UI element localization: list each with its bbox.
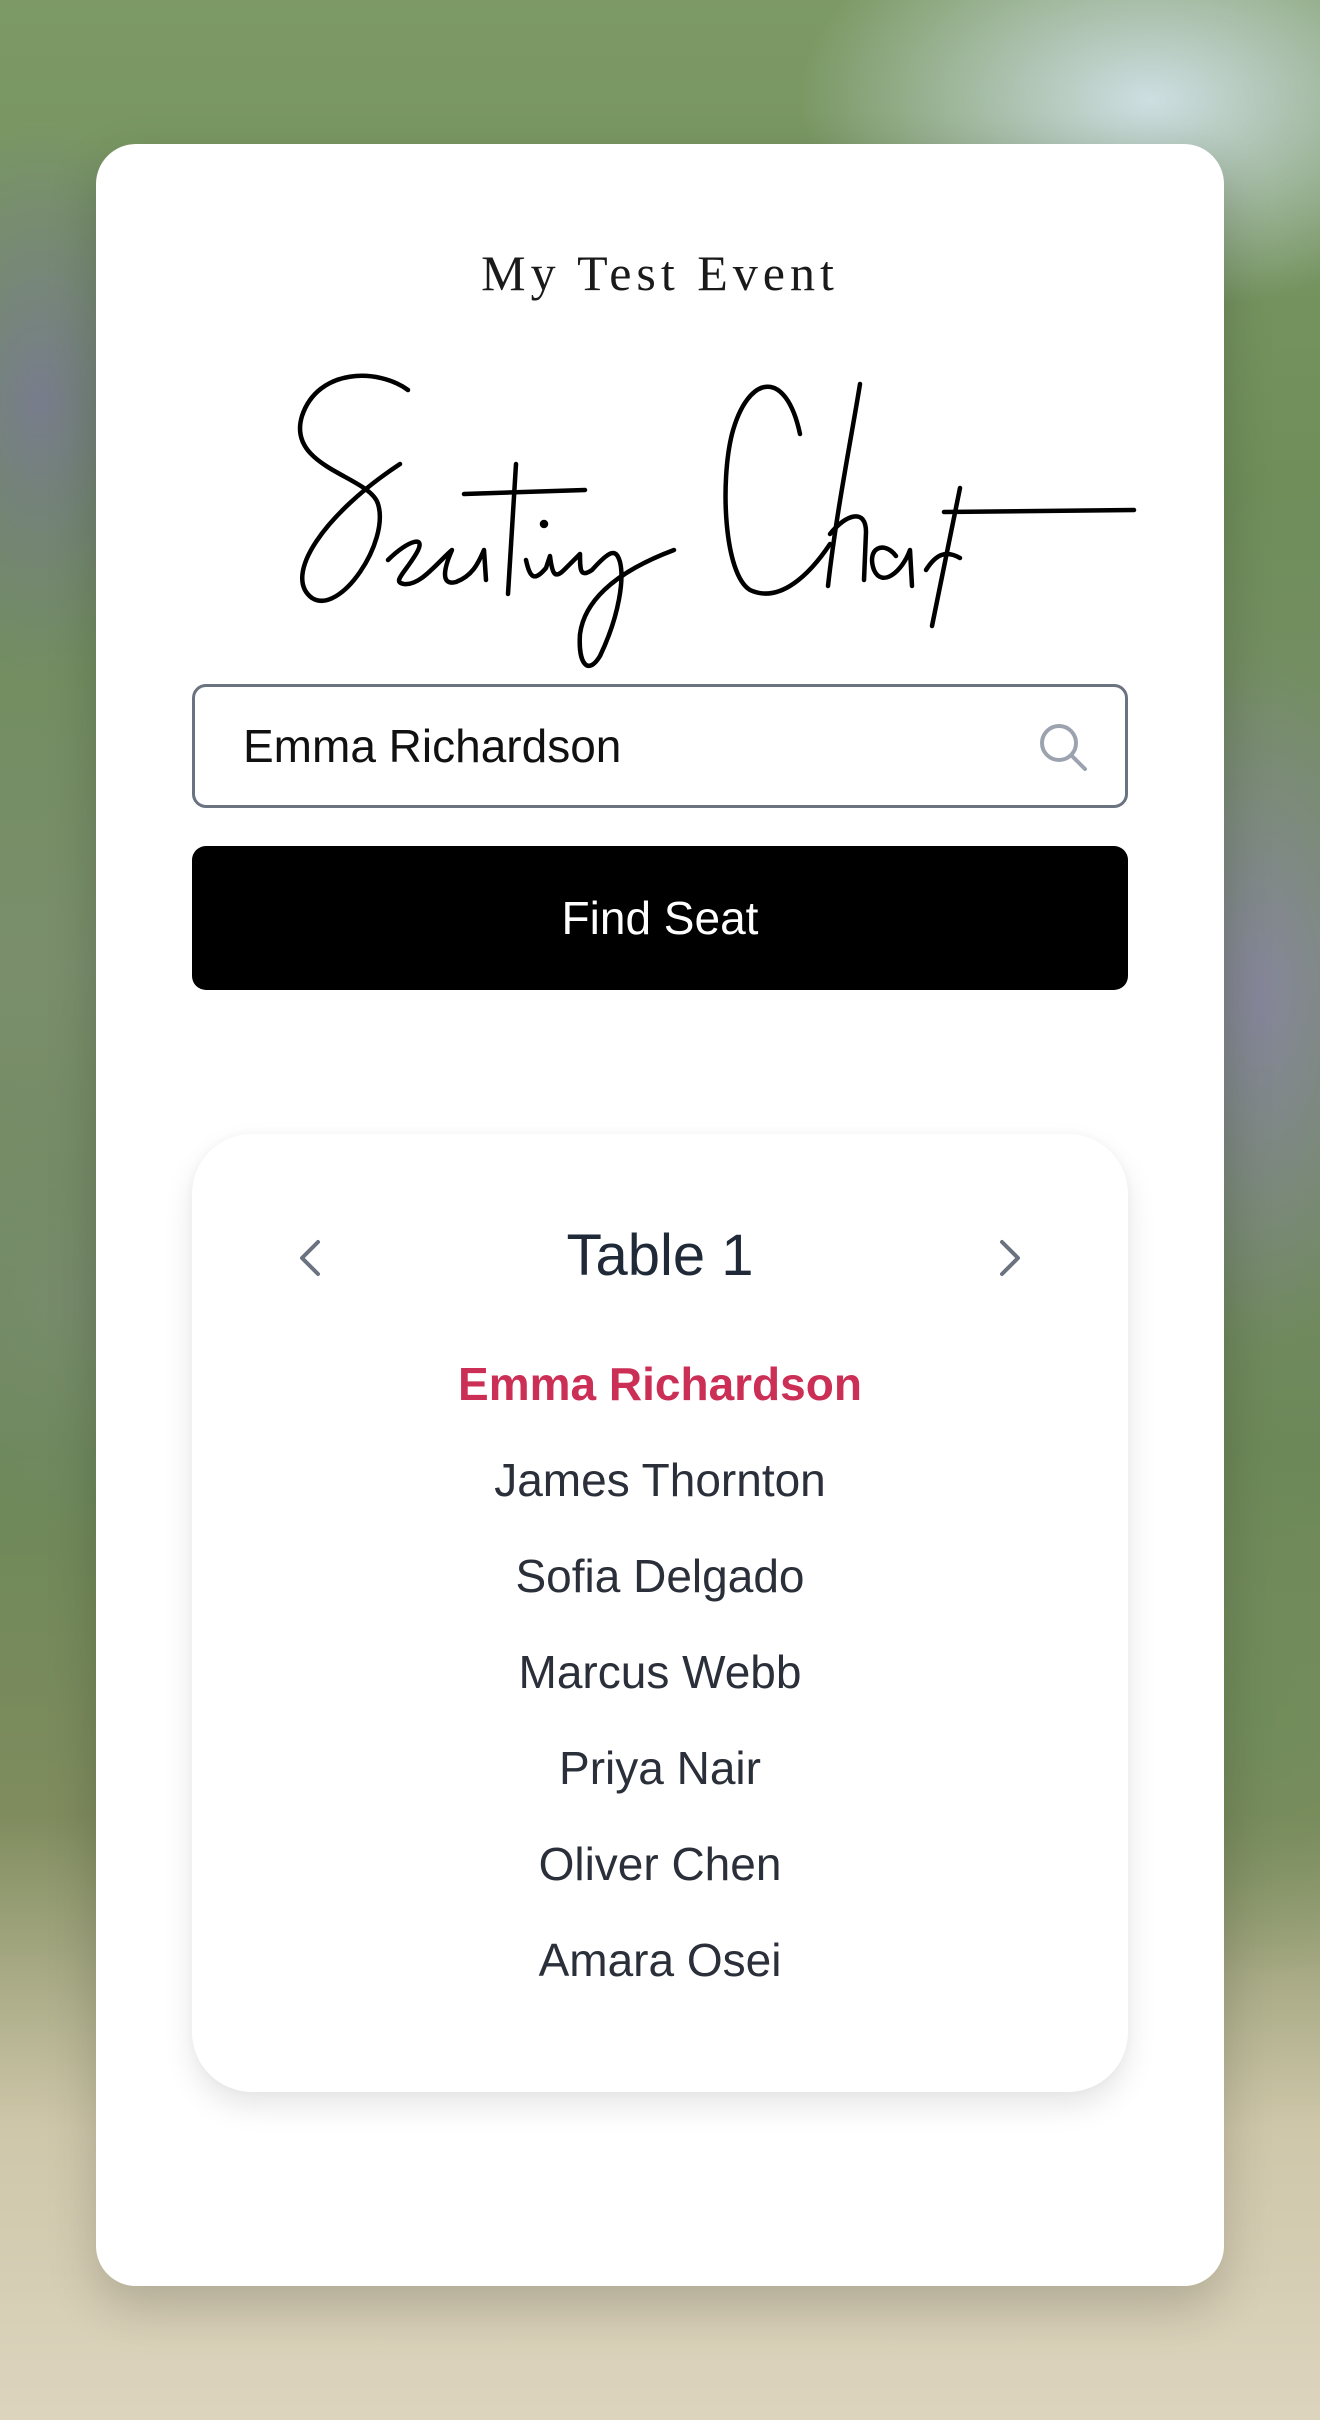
search-icon[interactable] (1037, 721, 1089, 773)
chevron-right-icon[interactable] (990, 1228, 1030, 1288)
guest-name: Amara Osei (538, 1934, 782, 1986)
guest-name: Priya Nair (559, 1742, 761, 1794)
event-name: My Test Event (481, 245, 839, 301)
guest-name-highlighted: Emma Richardson (458, 1358, 862, 1410)
search-input[interactable] (243, 687, 1003, 805)
table-panel: Table 1 Emma Richardson James Thornton S… (192, 1134, 1128, 2092)
guest-name: Sofia Delgado (515, 1550, 805, 1602)
find-seat-button[interactable]: Find Seat (192, 846, 1128, 990)
search-box[interactable] (192, 684, 1128, 808)
guest-name: Marcus Webb (518, 1646, 802, 1698)
guest-list: Emma Richardson James Thornton Sofia Del… (192, 1336, 1128, 2008)
guest-name: Oliver Chen (538, 1838, 782, 1890)
guest-name: James Thornton (494, 1454, 826, 1506)
seating-card: My Test Event Find Seat (96, 144, 1224, 2286)
table-name: Table 1 (566, 1223, 754, 1288)
